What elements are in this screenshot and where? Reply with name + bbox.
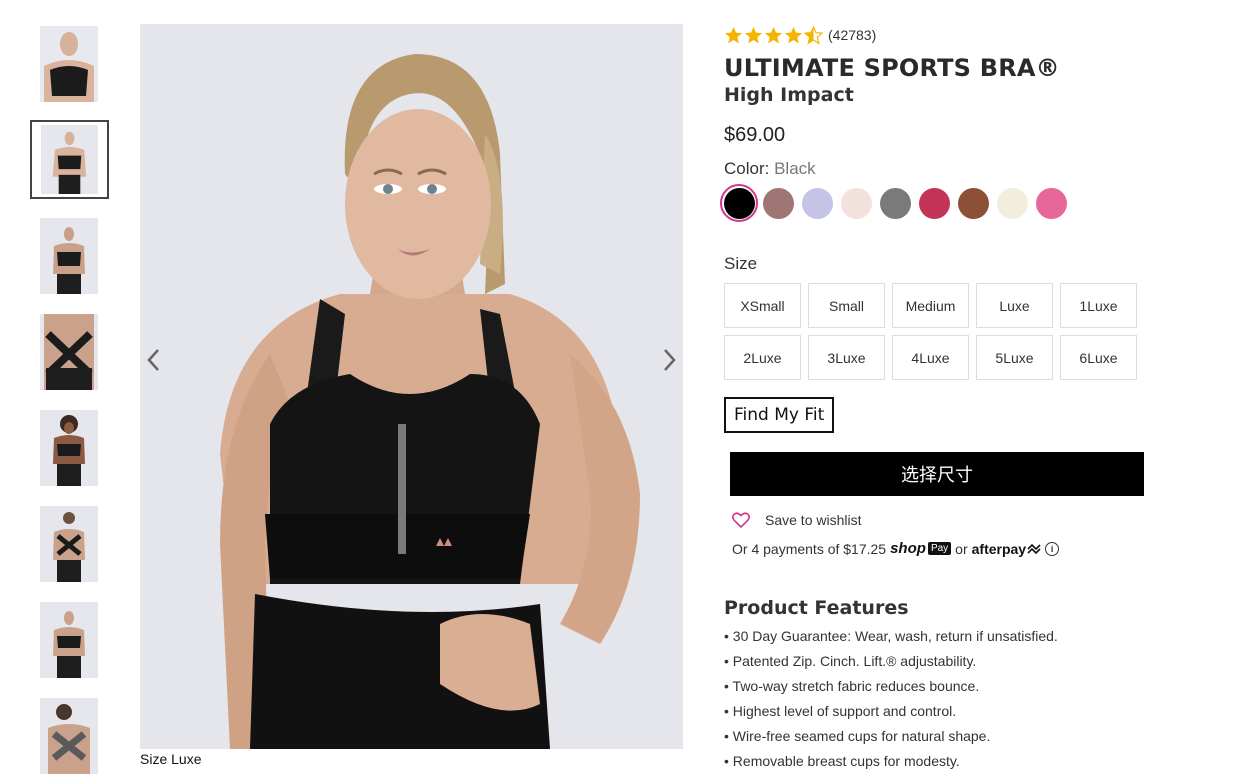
or-text: or bbox=[955, 540, 968, 557]
thumbnail-image bbox=[40, 506, 98, 582]
shop-pay-badge: Pay bbox=[927, 542, 952, 555]
product-subtitle: High Impact bbox=[724, 84, 854, 106]
size-option-5luxe[interactable]: 5Luxe bbox=[976, 335, 1053, 380]
feature-item: • Two-way stretch fabric reduces bounce. bbox=[724, 678, 980, 694]
thumbnail-4[interactable] bbox=[40, 314, 98, 390]
star-icon bbox=[724, 26, 743, 43]
color-swatches bbox=[720, 184, 1204, 222]
main-product-image bbox=[140, 24, 683, 749]
color-label: Color: Black bbox=[724, 159, 1204, 179]
feature-item: • Wire-free seamed cups for natural shap… bbox=[724, 728, 991, 744]
swatch-color bbox=[801, 187, 833, 219]
color-label-text: Color: bbox=[724, 159, 770, 178]
size-option-small[interactable]: Small bbox=[808, 283, 885, 328]
thumbnail-7[interactable] bbox=[40, 602, 98, 678]
installment-text: Or 4 payments of $17.25 bbox=[732, 540, 887, 557]
size-option-1luxe[interactable]: 1Luxe bbox=[1060, 283, 1137, 328]
swatch-color bbox=[840, 187, 872, 219]
swatch-color bbox=[918, 187, 950, 219]
swatch-color bbox=[1035, 187, 1067, 219]
info-icon[interactable]: i bbox=[1045, 541, 1060, 556]
color-swatch-brown[interactable] bbox=[954, 184, 992, 222]
color-swatch-pink[interactable] bbox=[1032, 184, 1070, 222]
select-size-button[interactable]: 选择尺寸 bbox=[730, 452, 1144, 496]
feature-item: • Removable breast cups for modesty. bbox=[724, 753, 960, 769]
image-caption: Size Luxe bbox=[140, 751, 202, 767]
feature-item: • Highest level of support and control. bbox=[724, 703, 957, 719]
size-option-2luxe[interactable]: 2Luxe bbox=[724, 335, 801, 380]
chevron-right-icon bbox=[664, 349, 676, 371]
feature-item: • 30 Day Guarantee: Wear, wash, return i… bbox=[724, 628, 1058, 644]
size-option-medium[interactable]: Medium bbox=[892, 283, 969, 328]
product-info: (42783) ULTIMATE SPORTS BRA® High Impact… bbox=[720, 24, 1204, 774]
wishlist-label: Save to wishlist bbox=[765, 512, 862, 528]
shop-pay-logo: shop bbox=[890, 540, 926, 557]
color-swatch-blush[interactable] bbox=[837, 184, 875, 222]
heart-icon bbox=[732, 512, 750, 528]
product-features-list: • 30 Day Guarantee: Wear, wash, return i… bbox=[724, 627, 1204, 774]
color-swatch-berry[interactable] bbox=[915, 184, 953, 222]
thumbnail-8[interactable] bbox=[40, 698, 98, 774]
thumbnail-image bbox=[40, 218, 98, 294]
afterpay-icon bbox=[1027, 543, 1041, 554]
installment-payments: Or 4 payments of $17.25 shop Pay or afte… bbox=[732, 540, 1204, 557]
chevron-left-icon bbox=[147, 349, 159, 371]
next-image-button[interactable] bbox=[657, 346, 681, 374]
size-option-6luxe[interactable]: 6Luxe bbox=[1060, 335, 1137, 380]
color-swatch-black[interactable] bbox=[720, 184, 758, 222]
model-photo bbox=[140, 24, 683, 749]
product-features-title: Product Features bbox=[724, 597, 909, 619]
afterpay-logo: afterpay bbox=[971, 540, 1027, 557]
color-swatch-cream[interactable] bbox=[993, 184, 1031, 222]
color-swatch-mauve[interactable] bbox=[759, 184, 797, 222]
thumbnail-3[interactable] bbox=[40, 218, 98, 294]
product-title: ULTIMATE SPORTS BRA® bbox=[724, 54, 1060, 82]
thumbnail-image bbox=[40, 698, 98, 774]
thumbnail-image bbox=[41, 125, 98, 194]
half-star-icon bbox=[804, 25, 823, 45]
size-option-luxe[interactable]: Luxe bbox=[976, 283, 1053, 328]
color-swatch-grey[interactable] bbox=[876, 184, 914, 222]
rating[interactable]: (42783) bbox=[724, 24, 1204, 46]
review-count[interactable]: (42783) bbox=[828, 27, 876, 43]
size-options: XSmall Small Medium Luxe 1Luxe 2Luxe 3Luxe 4Lux… bbox=[724, 283, 1204, 380]
thumbnail-2-active[interactable] bbox=[30, 120, 109, 199]
thumbnail-image bbox=[40, 26, 98, 102]
size-option-3luxe[interactable]: 3Luxe bbox=[808, 335, 885, 380]
swatch-color bbox=[762, 187, 794, 219]
size-label: Size bbox=[724, 254, 758, 273]
product-price: $69.00 bbox=[724, 124, 786, 146]
color-swatch-lavender[interactable] bbox=[798, 184, 836, 222]
star-icon bbox=[764, 26, 783, 43]
thumbnail-image bbox=[40, 410, 98, 486]
size-option-4luxe[interactable]: 4Luxe bbox=[892, 335, 969, 380]
find-my-fit-button[interactable]: Find My Fit bbox=[724, 397, 835, 433]
thumbnail-image bbox=[40, 602, 98, 678]
swatch-color bbox=[996, 187, 1028, 219]
star-icon bbox=[744, 26, 763, 43]
swatch-color bbox=[879, 187, 911, 219]
selected-color-value: Black bbox=[774, 159, 816, 178]
size-option-xsmall[interactable]: XSmall bbox=[724, 283, 801, 328]
save-to-wishlist-button[interactable]: Save to wishlist bbox=[732, 512, 1204, 528]
previous-image-button[interactable] bbox=[142, 346, 166, 374]
swatch-color bbox=[723, 187, 755, 219]
thumbnail-5[interactable] bbox=[40, 410, 98, 486]
thumbnail-1[interactable] bbox=[40, 26, 98, 102]
feature-item: • Patented Zip. Cinch. Lift.® adjustabil… bbox=[724, 653, 977, 669]
swatch-color bbox=[957, 187, 989, 219]
star-icon bbox=[784, 26, 803, 43]
thumbnail-6[interactable] bbox=[40, 506, 98, 582]
thumbnail-image bbox=[40, 314, 98, 390]
